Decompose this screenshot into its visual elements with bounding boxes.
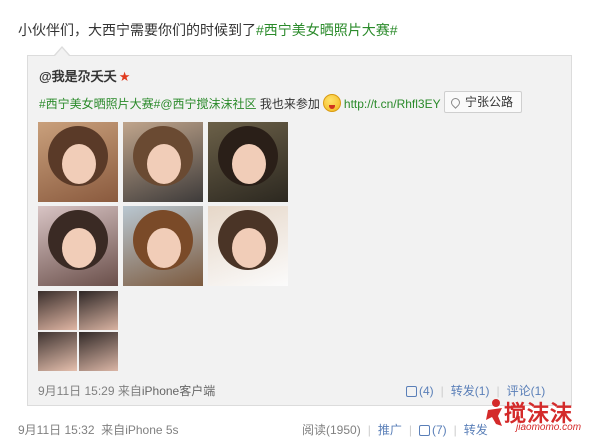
photo-thumbnail[interactable]: [123, 122, 203, 202]
post-meta: 9月11日 15:32 来自iPhone 5s: [18, 421, 179, 438]
location-button[interactable]: 宁张公路: [444, 91, 523, 113]
repost-author-name[interactable]: @我是尕夭夭: [39, 69, 117, 84]
like-icon[interactable]: [418, 425, 430, 436]
divider: |: [367, 423, 371, 437]
watermark-logo: 搅沫沫 jiaomomo.com: [484, 396, 602, 438]
like-icon[interactable]: [406, 386, 417, 397]
post-text-body: 小伙伴们，大西宁需要你们的时候到了: [18, 22, 256, 38]
promote-button[interactable]: 推广: [378, 423, 402, 437]
watermark-figure-icon: [486, 399, 502, 426]
photo-thumbnail-collage[interactable]: [38, 291, 118, 371]
photo-thumbnail[interactable]: [38, 206, 118, 286]
star-icon: ★: [118, 69, 131, 84]
repost-timestamp[interactable]: 9月11日 15:29: [38, 384, 115, 398]
repost-text-body: 我也来参加: [256, 97, 320, 111]
repost-short-link[interactable]: http://t.cn/Rhfl3EY: [344, 97, 441, 111]
repost-meta: 9月11日 15:29 来自iPhone客户端: [38, 382, 215, 399]
repost-mention-link[interactable]: @西宁搅沫沫社区: [160, 97, 256, 111]
emoji-icon: [322, 94, 341, 112]
repost-caret-inner: [55, 48, 69, 56]
post-timestamp[interactable]: 9月11日 15:32: [18, 423, 95, 437]
photo-face: [147, 228, 181, 268]
divider: |: [440, 384, 444, 398]
photo-thumbnail[interactable]: [208, 206, 288, 286]
repost-text: #西宁美女晒照片大赛#@西宁搅沫沫社区 我也来参加 http://t.cn/Rhf…: [39, 94, 441, 112]
repost-like-count[interactable]: (4): [419, 384, 434, 398]
photo-face: [62, 228, 96, 268]
photo-face: [232, 228, 266, 268]
location-label: 宁张公路: [465, 95, 514, 109]
collage-cell: [79, 332, 118, 371]
post-actions: 阅读(1950) | 推广 | (7) | 转发: [302, 421, 488, 438]
post-read-count: 阅读(1950): [302, 423, 361, 437]
collage-cell: [79, 291, 118, 330]
collage-cell: [38, 332, 77, 371]
photo-face: [232, 144, 266, 184]
photo-thumbnail[interactable]: [208, 122, 288, 202]
watermark-domain: jiaomomo.com: [516, 422, 582, 433]
location-pin-icon: [449, 96, 462, 109]
photo-face: [147, 144, 181, 184]
post-topic-link[interactable]: #西宁美女晒照片大赛#: [256, 22, 398, 38]
photo-thumbnail[interactable]: [123, 206, 203, 286]
collage-cell: [38, 291, 77, 330]
divider: |: [453, 423, 457, 437]
photo-thumbnail[interactable]: [38, 122, 118, 202]
photo-face: [62, 144, 96, 184]
post-like-count[interactable]: (7): [432, 423, 447, 437]
repost-source-link[interactable]: iPhone客户端: [142, 384, 215, 398]
post-source-prefix: 来自: [101, 423, 126, 437]
repost-author[interactable]: @我是尕夭夭 ★: [39, 66, 130, 85]
post-source-link[interactable]: iPhone 5s: [125, 423, 178, 437]
repost-topic-link[interactable]: #西宁美女晒照片大赛#: [39, 97, 160, 111]
repost-source-prefix: 来自: [117, 384, 142, 398]
post-text: 小伙伴们，大西宁需要你们的时候到了#西宁美女晒照片大赛#: [18, 20, 398, 40]
divider: |: [408, 423, 412, 437]
